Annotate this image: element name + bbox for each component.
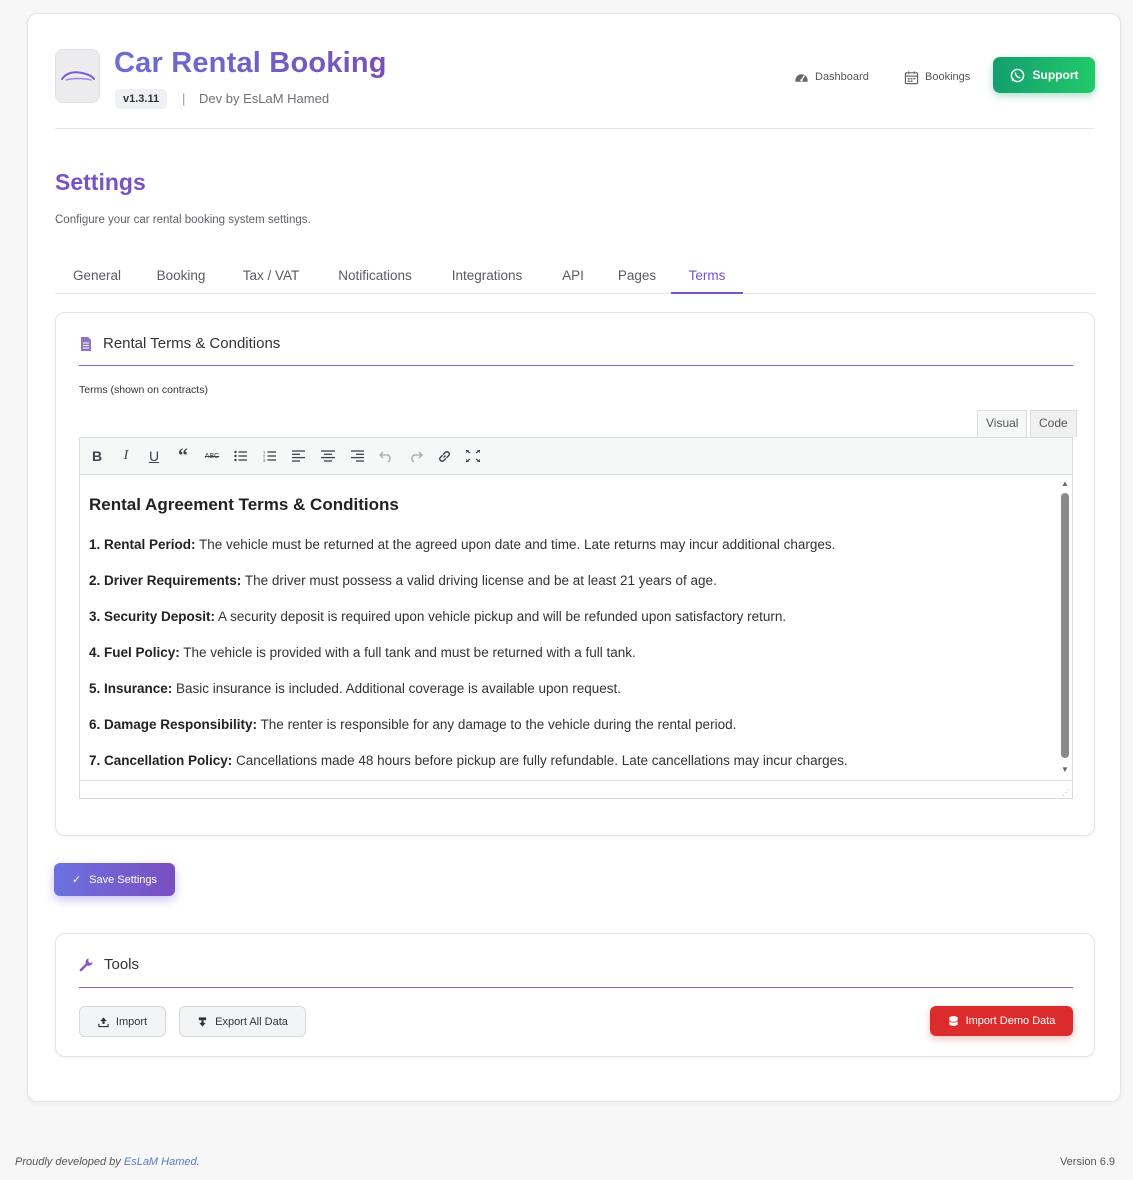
support-button[interactable]: Support bbox=[993, 57, 1095, 93]
dashboard-label: Dashboard bbox=[815, 71, 869, 83]
dashboard-link[interactable]: Dashboard bbox=[794, 67, 869, 87]
tools-panel-title: Tools bbox=[104, 956, 140, 973]
page-title: Settings bbox=[55, 169, 146, 195]
terms-panel-title: Rental Terms & Conditions bbox=[103, 335, 281, 352]
upload-icon bbox=[98, 1016, 109, 1027]
footer-credit: Proudly developed by EsLaM Hamed. bbox=[15, 1156, 200, 1168]
term-item: 6. Damage Responsibility: The renter is … bbox=[89, 717, 737, 732]
strikethrough-icon[interactable]: ABC bbox=[201, 446, 223, 466]
tab-integrations[interactable]: Integrations bbox=[431, 262, 543, 294]
term-item: 1. Rental Period: The vehicle must be re… bbox=[89, 537, 836, 552]
editor-content[interactable]: Rental Agreement Terms & Conditions 1. R… bbox=[80, 475, 1072, 780]
dashboard-icon bbox=[795, 73, 808, 82]
main-card: Car Rental Booking v1.3.11 | Dev by EsLa… bbox=[27, 13, 1121, 1102]
save-settings-button[interactable]: ✓ Save Settings bbox=[54, 863, 175, 896]
footer-author-link[interactable]: EsLaM Hamed bbox=[124, 1156, 197, 1168]
resize-handle-icon[interactable]: ⋰ bbox=[1062, 788, 1070, 797]
terms-panel: Rental Terms & Conditions Terms (shown o… bbox=[55, 312, 1095, 836]
footer-prefix: Proudly developed by bbox=[15, 1156, 124, 1168]
terms-field-label: Terms (shown on contracts) bbox=[79, 384, 208, 396]
italic-icon[interactable]: I bbox=[115, 446, 137, 466]
tab-pages[interactable]: Pages bbox=[603, 262, 671, 294]
bookings-link[interactable]: Bookings bbox=[904, 67, 970, 87]
terms-panel-rule bbox=[79, 365, 1073, 366]
tools-panel-rule bbox=[79, 987, 1073, 988]
term-item: 5. Insurance: Basic insurance is include… bbox=[89, 681, 622, 696]
numbered-list-icon[interactable]: 123 bbox=[259, 446, 281, 466]
import-demo-data-button[interactable]: Import Demo Data bbox=[930, 1006, 1073, 1036]
app-logo bbox=[55, 49, 100, 103]
import-demo-label: Import Demo Data bbox=[965, 1015, 1056, 1027]
blockquote-icon[interactable]: “ bbox=[172, 445, 194, 467]
term-item: 7. Cancellation Policy: Cancellations ma… bbox=[89, 753, 848, 768]
whatsapp-icon bbox=[1010, 68, 1024, 82]
underline-icon[interactable]: U bbox=[143, 446, 165, 466]
term-item: 2. Driver Requirements: The driver must … bbox=[89, 573, 717, 588]
tab-api[interactable]: API bbox=[543, 262, 603, 294]
document-icon bbox=[81, 336, 91, 351]
export-label: Export All Data bbox=[215, 1015, 288, 1028]
fullscreen-icon[interactable] bbox=[462, 446, 484, 466]
align-right-icon[interactable] bbox=[346, 446, 368, 466]
tab-tax-vat[interactable]: Tax / VAT bbox=[223, 262, 319, 294]
link-icon[interactable] bbox=[433, 446, 455, 466]
wrench-icon bbox=[79, 958, 93, 972]
tab-terms[interactable]: Terms bbox=[671, 262, 743, 294]
version-badge: v1.3.11 bbox=[115, 89, 168, 109]
terms-heading: Rental Agreement Terms & Conditions bbox=[89, 495, 399, 514]
settings-tabs: General Booking Tax / VAT Notifications … bbox=[55, 262, 1095, 294]
align-left-icon[interactable] bbox=[288, 446, 310, 466]
tab-booking[interactable]: Booking bbox=[139, 262, 223, 294]
scrollbar-thumb[interactable] bbox=[1061, 493, 1069, 758]
tab-general[interactable]: General bbox=[55, 262, 139, 294]
footer-suffix: . bbox=[196, 1156, 200, 1168]
checkmark-icon: ✓ bbox=[71, 874, 82, 886]
bookings-label: Bookings bbox=[925, 71, 971, 83]
term-item: 3. Security Deposit: A security deposit … bbox=[89, 609, 787, 624]
terms-panel-header: Rental Terms & Conditions bbox=[79, 335, 280, 352]
redo-icon[interactable] bbox=[404, 446, 426, 466]
import-label: Import bbox=[115, 1015, 148, 1028]
tab-notifications[interactable]: Notifications bbox=[319, 262, 431, 294]
bullet-list-icon[interactable] bbox=[230, 446, 252, 466]
scroll-down-icon[interactable]: ▼ bbox=[1061, 766, 1069, 774]
term-item: 4. Fuel Policy: The vehicle is provided … bbox=[89, 645, 636, 660]
tools-panel: Tools Import Export All Data Import Demo bbox=[55, 933, 1095, 1057]
export-all-button[interactable]: Export All Data bbox=[179, 1006, 306, 1037]
editor-status-bar: ⋰ bbox=[80, 780, 1072, 798]
code-mode-tab[interactable]: Code bbox=[1030, 410, 1077, 437]
save-settings-label: Save Settings bbox=[89, 873, 158, 886]
page-subtitle: Configure your car rental booking system… bbox=[55, 214, 311, 226]
terms-editor[interactable]: B I U “ ABC 123 Rental Agreement Terms &… bbox=[79, 437, 1073, 799]
editor-toolbar: B I U “ ABC 123 bbox=[80, 438, 1072, 475]
developer-credit: Dev by EsLaM Hamed bbox=[199, 91, 330, 106]
header-separator: | bbox=[182, 91, 186, 106]
visual-mode-tab[interactable]: Visual bbox=[977, 410, 1028, 437]
scroll-up-icon[interactable]: ▲ bbox=[1061, 480, 1069, 488]
database-icon bbox=[948, 1016, 958, 1026]
align-center-icon[interactable] bbox=[317, 446, 339, 466]
svg-text:3: 3 bbox=[263, 458, 266, 463]
bold-icon[interactable]: B bbox=[86, 446, 108, 466]
import-button[interactable]: Import bbox=[79, 1006, 166, 1037]
download-icon bbox=[198, 1016, 207, 1027]
calendar-icon bbox=[904, 70, 919, 84]
header-divider bbox=[55, 128, 1095, 129]
footer-version: Version 6.9 bbox=[1059, 1156, 1115, 1168]
car-logo-icon bbox=[60, 71, 95, 81]
support-label: Support bbox=[1032, 68, 1079, 82]
tools-panel-header: Tools bbox=[79, 956, 139, 973]
undo-icon[interactable] bbox=[375, 446, 397, 466]
app-title: Car Rental Booking bbox=[114, 47, 387, 79]
